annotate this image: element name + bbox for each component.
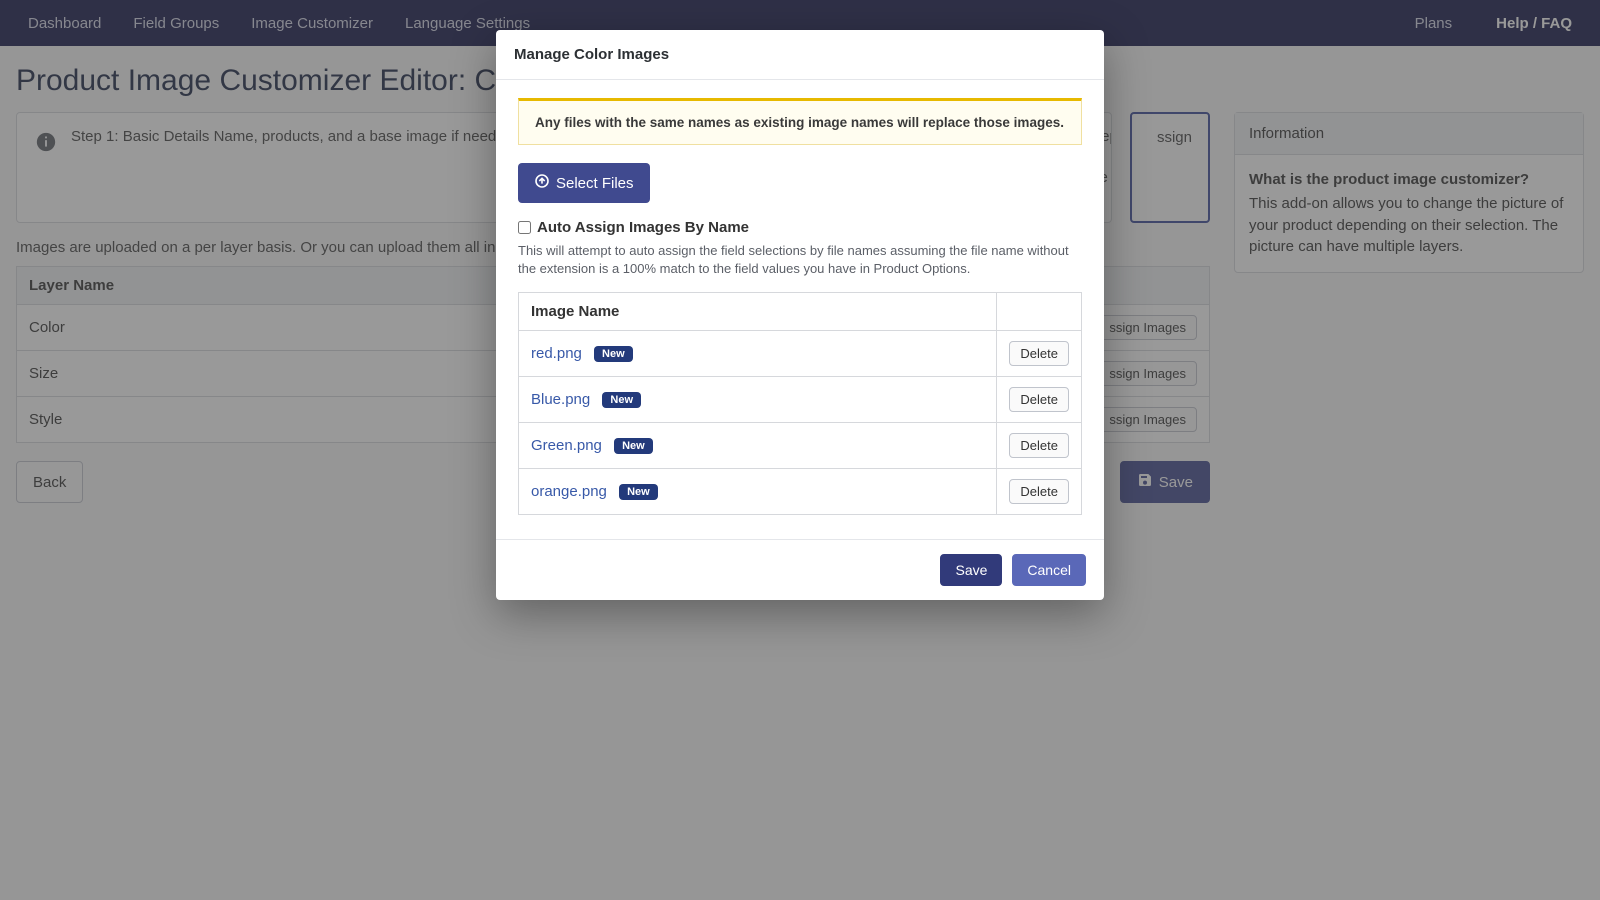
image-name-link[interactable]: orange.png bbox=[531, 483, 607, 500]
col-image-actions bbox=[997, 293, 1082, 331]
table-row: Green.png New Delete bbox=[519, 423, 1082, 469]
delete-image-button[interactable]: Delete bbox=[1009, 479, 1069, 504]
image-table: Image Name red.png New Delete Blue.png N… bbox=[518, 292, 1082, 515]
modal-cancel-button[interactable]: Cancel bbox=[1012, 554, 1086, 586]
col-image-name: Image Name bbox=[519, 293, 997, 331]
new-badge: New bbox=[602, 392, 641, 408]
image-name-link[interactable]: Green.png bbox=[531, 437, 602, 454]
warning-box: Any files with the same names as existin… bbox=[518, 98, 1082, 145]
table-row: orange.png New Delete bbox=[519, 469, 1082, 515]
auto-assign-label[interactable]: Auto Assign Images By Name bbox=[537, 219, 749, 236]
table-row: red.png New Delete bbox=[519, 331, 1082, 377]
new-badge: New bbox=[594, 346, 633, 362]
modal-save-button[interactable]: Save bbox=[940, 554, 1002, 586]
select-files-label: Select Files bbox=[556, 175, 634, 192]
new-badge: New bbox=[614, 438, 653, 454]
upload-icon bbox=[534, 173, 550, 193]
image-name-link[interactable]: red.png bbox=[531, 345, 582, 362]
select-files-button[interactable]: Select Files bbox=[518, 163, 650, 203]
modal-title: Manage Color Images bbox=[496, 30, 1104, 80]
delete-image-button[interactable]: Delete bbox=[1009, 387, 1069, 412]
new-badge: New bbox=[619, 484, 658, 500]
auto-assign-help: This will attempt to auto assign the fie… bbox=[518, 242, 1082, 278]
table-row: Blue.png New Delete bbox=[519, 377, 1082, 423]
delete-image-button[interactable]: Delete bbox=[1009, 341, 1069, 366]
manage-images-modal: Manage Color Images Any files with the s… bbox=[496, 30, 1104, 600]
auto-assign-checkbox[interactable] bbox=[518, 221, 531, 234]
delete-image-button[interactable]: Delete bbox=[1009, 433, 1069, 458]
image-name-link[interactable]: Blue.png bbox=[531, 391, 590, 408]
